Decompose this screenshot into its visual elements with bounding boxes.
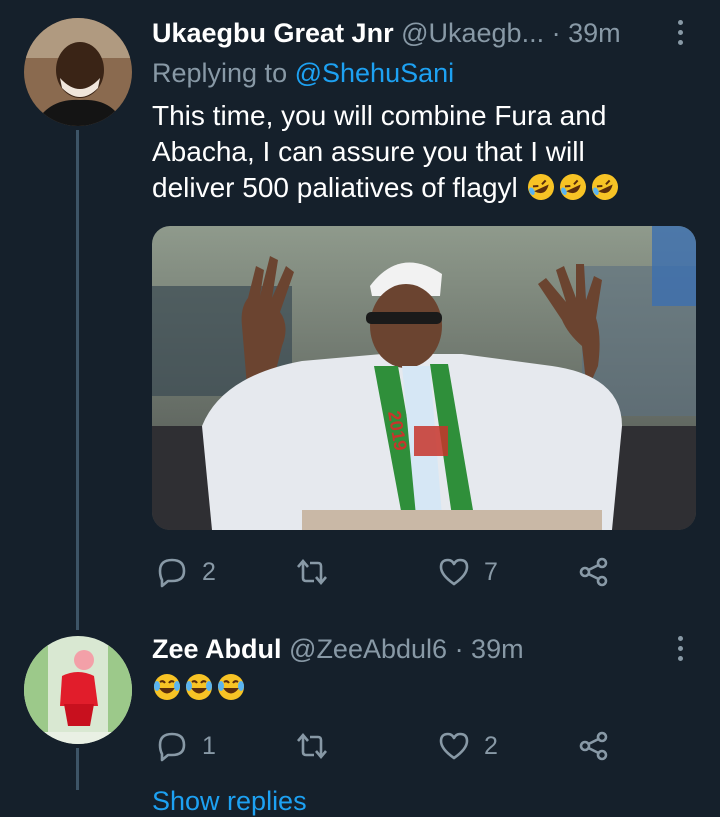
like-count: 7 [484,557,498,586]
tears-of-joy-emoji-icon [154,674,180,700]
tweet-text-line: deliver 500 paliatives of flagyl [152,170,692,206]
tweet-2-header: Zee Abdul @ZeeAbdul6 · 39m [152,632,524,666]
more-options-icon[interactable] [676,636,684,661]
replying-to-line: Replying to @ShehuSani [152,56,454,90]
more-options-icon[interactable] [676,20,684,45]
retweet-button[interactable] [296,726,342,766]
timestamp[interactable]: · 39m [455,634,524,664]
tweet-text-line: Abacha, I can assure you that I will [152,136,585,167]
reply-button[interactable]: 2 [156,552,216,592]
retweet-icon [297,732,327,760]
author-name[interactable]: Zee Abdul [152,634,282,664]
tweet-1-actions: 2 7 [152,552,622,592]
reply-icon [158,558,186,588]
like-button[interactable]: 7 [438,552,498,592]
show-replies-link[interactable]: Show replies [152,786,307,817]
tweet-1-header: Ukaegbu Great Jnr @Ukaegb... · 39m [152,16,621,50]
retweet-button[interactable] [296,552,342,592]
tweet-1-photo[interactable]: 2019 [152,226,696,530]
tweet-text-line: This time, you will combine Fura and [152,100,607,131]
rofl-emoji-icon [591,174,618,200]
share-button[interactable] [578,552,610,592]
author-handle[interactable]: @Ukaegb... [401,18,544,48]
rofl-emoji-icon [559,174,586,200]
rofl-emoji-icon [527,174,554,200]
replying-to-label: Replying to [152,58,288,88]
tears-of-joy-emoji-icon [218,674,244,700]
tweet-1-text: This time, you will combine Fura and Aba… [152,98,692,206]
reply-icon [158,732,186,762]
author-name[interactable]: Ukaegbu Great Jnr [152,18,394,48]
tears-of-joy-emoji-icon [186,674,212,700]
tweet-2-actions: 1 2 [152,726,622,766]
timestamp[interactable]: · 39m [552,18,621,48]
heart-icon [439,732,469,760]
reply-count: 2 [202,557,216,586]
tweet-2-text [152,670,692,706]
avatar-ukaegbu[interactable] [24,18,132,126]
retweet-icon [297,558,327,586]
avatar-zee-abdul[interactable] [24,636,132,744]
thread-line-1 [76,130,79,630]
author-handle[interactable]: @ZeeAbdul6 [289,634,447,664]
reply-button[interactable]: 1 [156,726,216,766]
share-button[interactable] [578,726,610,766]
share-icon [579,557,608,587]
thread-line-2 [76,748,79,790]
share-icon [579,731,608,761]
like-count: 2 [484,731,498,760]
reply-count: 1 [202,731,216,760]
heart-icon [439,558,469,586]
like-button[interactable]: 2 [438,726,498,766]
replying-to-mention[interactable]: @ShehuSani [295,58,455,88]
